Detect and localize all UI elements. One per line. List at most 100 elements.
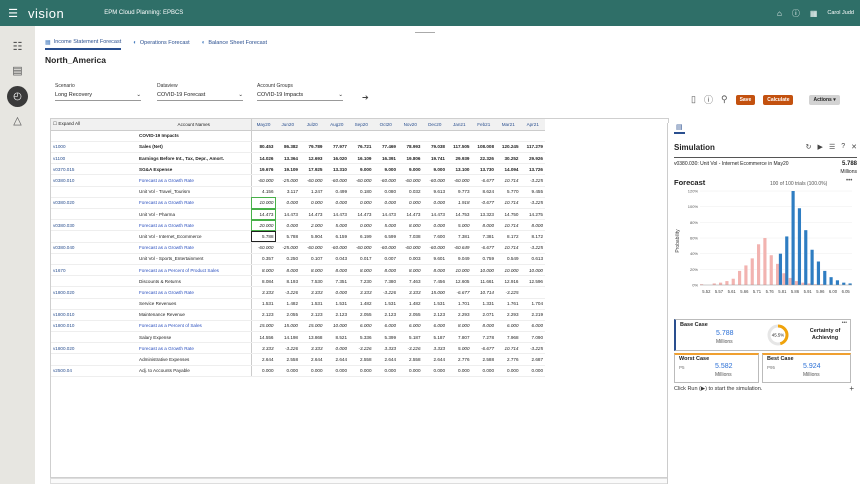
data-cell[interactable]: 77.469	[373, 141, 398, 154]
data-cell[interactable]: 15.000	[275, 320, 300, 333]
data-cell[interactable]: 14.473	[324, 208, 349, 221]
data-cell[interactable]: 2.123	[373, 309, 398, 321]
data-cell[interactable]: 2.071	[471, 309, 496, 321]
home-icon[interactable]: ⌂	[777, 9, 782, 18]
data-cell[interactable]: 108.008	[471, 141, 496, 154]
data-cell[interactable]: 117.279	[520, 141, 545, 154]
data-cell[interactable]: 8.000	[447, 320, 472, 333]
navigator-grid-icon[interactable]: ▦	[810, 9, 818, 18]
data-cell[interactable]: 8.193	[275, 275, 300, 288]
data-cell[interactable]: -3.226	[398, 342, 423, 355]
data-cell[interactable]: 0.000	[300, 365, 325, 377]
data-cell[interactable]: 77.977	[324, 141, 349, 154]
data-cell[interactable]: 13.868	[300, 331, 325, 344]
data-cell[interactable]: 8.000	[275, 264, 300, 277]
data-cell[interactable]: 0.000	[398, 197, 423, 210]
data-cell[interactable]: 15.000	[300, 320, 325, 333]
data-cell[interactable]: 2.219	[520, 309, 545, 321]
data-cell[interactable]: 2.644	[300, 353, 325, 366]
data-cell[interactable]: 86.382	[275, 141, 300, 154]
data-cell[interactable]: 0.000	[520, 365, 545, 377]
data-cell[interactable]: 8.624	[471, 186, 496, 198]
data-cell[interactable]: 0.549	[496, 253, 521, 265]
data-cell[interactable]: 19.741	[422, 152, 447, 165]
data-cell[interactable]: -3.226	[275, 286, 300, 299]
data-cell[interactable]	[251, 130, 276, 142]
data-cell[interactable]: 0.000	[349, 197, 374, 210]
data-cell[interactable]: 0.000	[422, 365, 447, 377]
data-cell[interactable]: 8.172	[520, 230, 545, 243]
data-cell[interactable]	[422, 130, 447, 142]
data-cell[interactable]: -60.000	[373, 242, 398, 254]
account-name[interactable]: Forecast as a Growth Rate	[137, 174, 252, 187]
data-cell[interactable]: 2.644	[324, 353, 349, 366]
data-cell[interactable]: 15.000	[422, 286, 447, 299]
data-cell[interactable]: -60.000	[349, 242, 374, 254]
data-cell[interactable]: 120.245	[496, 141, 521, 154]
data-cell[interactable]: 0.000	[422, 197, 447, 210]
data-cell[interactable]: 8.000	[398, 264, 423, 277]
dataview-select[interactable]: COVID-19 Forecast ⌄	[157, 92, 243, 101]
data-cell[interactable]: 1.704	[520, 298, 545, 310]
data-cell[interactable]: 3.333	[373, 342, 398, 355]
data-cell[interactable]: 2.588	[471, 353, 496, 366]
data-cell[interactable]: 3.333	[300, 342, 325, 355]
data-cell[interactable]: 8.084	[251, 275, 276, 288]
data-cell[interactable]: 3.333	[349, 286, 374, 299]
data-cell[interactable]: -60.000	[398, 174, 423, 187]
search-icon[interactable]: ⚲	[721, 94, 728, 105]
data-cell[interactable]: 8.000	[520, 219, 545, 232]
data-cell[interactable]: 0.000	[373, 197, 398, 210]
data-cell[interactable]: 0.000	[324, 197, 349, 210]
data-cell[interactable]: 7.463	[398, 275, 423, 288]
data-cell[interactable]: 3.333	[300, 286, 325, 299]
data-cell[interactable]: 10.000	[251, 197, 276, 210]
data-cell[interactable]: 2.558	[275, 353, 300, 366]
data-cell[interactable]: 5.187	[398, 331, 423, 344]
data-cell[interactable]: 8.000	[324, 264, 349, 277]
data-cell[interactable]	[349, 130, 374, 142]
data-cell[interactable]: 2.644	[251, 353, 276, 366]
column-header[interactable]: Jan21	[447, 119, 472, 131]
data-cell[interactable]: 4.156	[251, 186, 276, 198]
data-cell[interactable]: 7.278	[471, 331, 496, 344]
data-cell[interactable]: 2.644	[422, 353, 447, 366]
data-cell[interactable]: 0.080	[373, 186, 398, 198]
data-cell[interactable]: -3.225	[496, 286, 521, 299]
data-cell[interactable]: 10.000	[496, 264, 521, 277]
worst-case-card[interactable]: Worst Case P5 5.582 Millions	[674, 353, 759, 383]
horizontal-scrollbar[interactable]	[50, 478, 669, 484]
data-cell[interactable]: 14.473	[251, 208, 276, 221]
data-cell[interactable]: 10.000	[324, 320, 349, 333]
data-cell[interactable]: 1.247	[300, 186, 325, 198]
data-cell[interactable]: 12.916	[496, 275, 521, 288]
data-cell[interactable]	[275, 130, 300, 142]
data-cell[interactable]: -60.649	[447, 242, 472, 254]
data-cell[interactable]: -6.677	[471, 174, 496, 187]
data-cell[interactable]: 8.000	[422, 264, 447, 277]
data-cell[interactable]: 3.333	[422, 342, 447, 355]
data-cell[interactable]: 0.000	[300, 197, 325, 210]
data-cell[interactable]: 0.017	[349, 253, 374, 265]
data-cell[interactable]: 3.333	[251, 286, 276, 299]
data-cell[interactable]: -60.000	[398, 242, 423, 254]
data-cell[interactable]: 2.000	[300, 219, 325, 232]
data-cell[interactable]: 1.531	[373, 298, 398, 310]
data-cell[interactable]: 13.323	[471, 208, 496, 221]
data-cell[interactable]: -60.000	[422, 174, 447, 187]
data-cell[interactable]: 2.055	[275, 309, 300, 321]
data-cell[interactable]: 0.180	[349, 186, 374, 198]
data-cell[interactable]: 8.521	[324, 331, 349, 344]
data-cell[interactable]: 2.558	[349, 353, 374, 366]
data-cell[interactable]: 2.776	[496, 353, 521, 366]
data-cell[interactable]	[471, 130, 496, 142]
data-cell[interactable]: -6.677	[471, 242, 496, 254]
data-cell[interactable]: -60.000	[447, 174, 472, 187]
column-header[interactable]: Aug20	[324, 119, 349, 131]
account-groups-select[interactable]: COVID-19 Impacts ⌄	[257, 92, 343, 101]
data-cell[interactable]: 29.939	[447, 152, 472, 165]
data-cell[interactable]: 2.293	[496, 309, 521, 321]
data-cell[interactable]: 3.333	[398, 286, 423, 299]
data-cell[interactable]	[324, 130, 349, 142]
pov-dataview[interactable]: Dataview COVID-19 Forecast ⌄	[157, 83, 243, 101]
